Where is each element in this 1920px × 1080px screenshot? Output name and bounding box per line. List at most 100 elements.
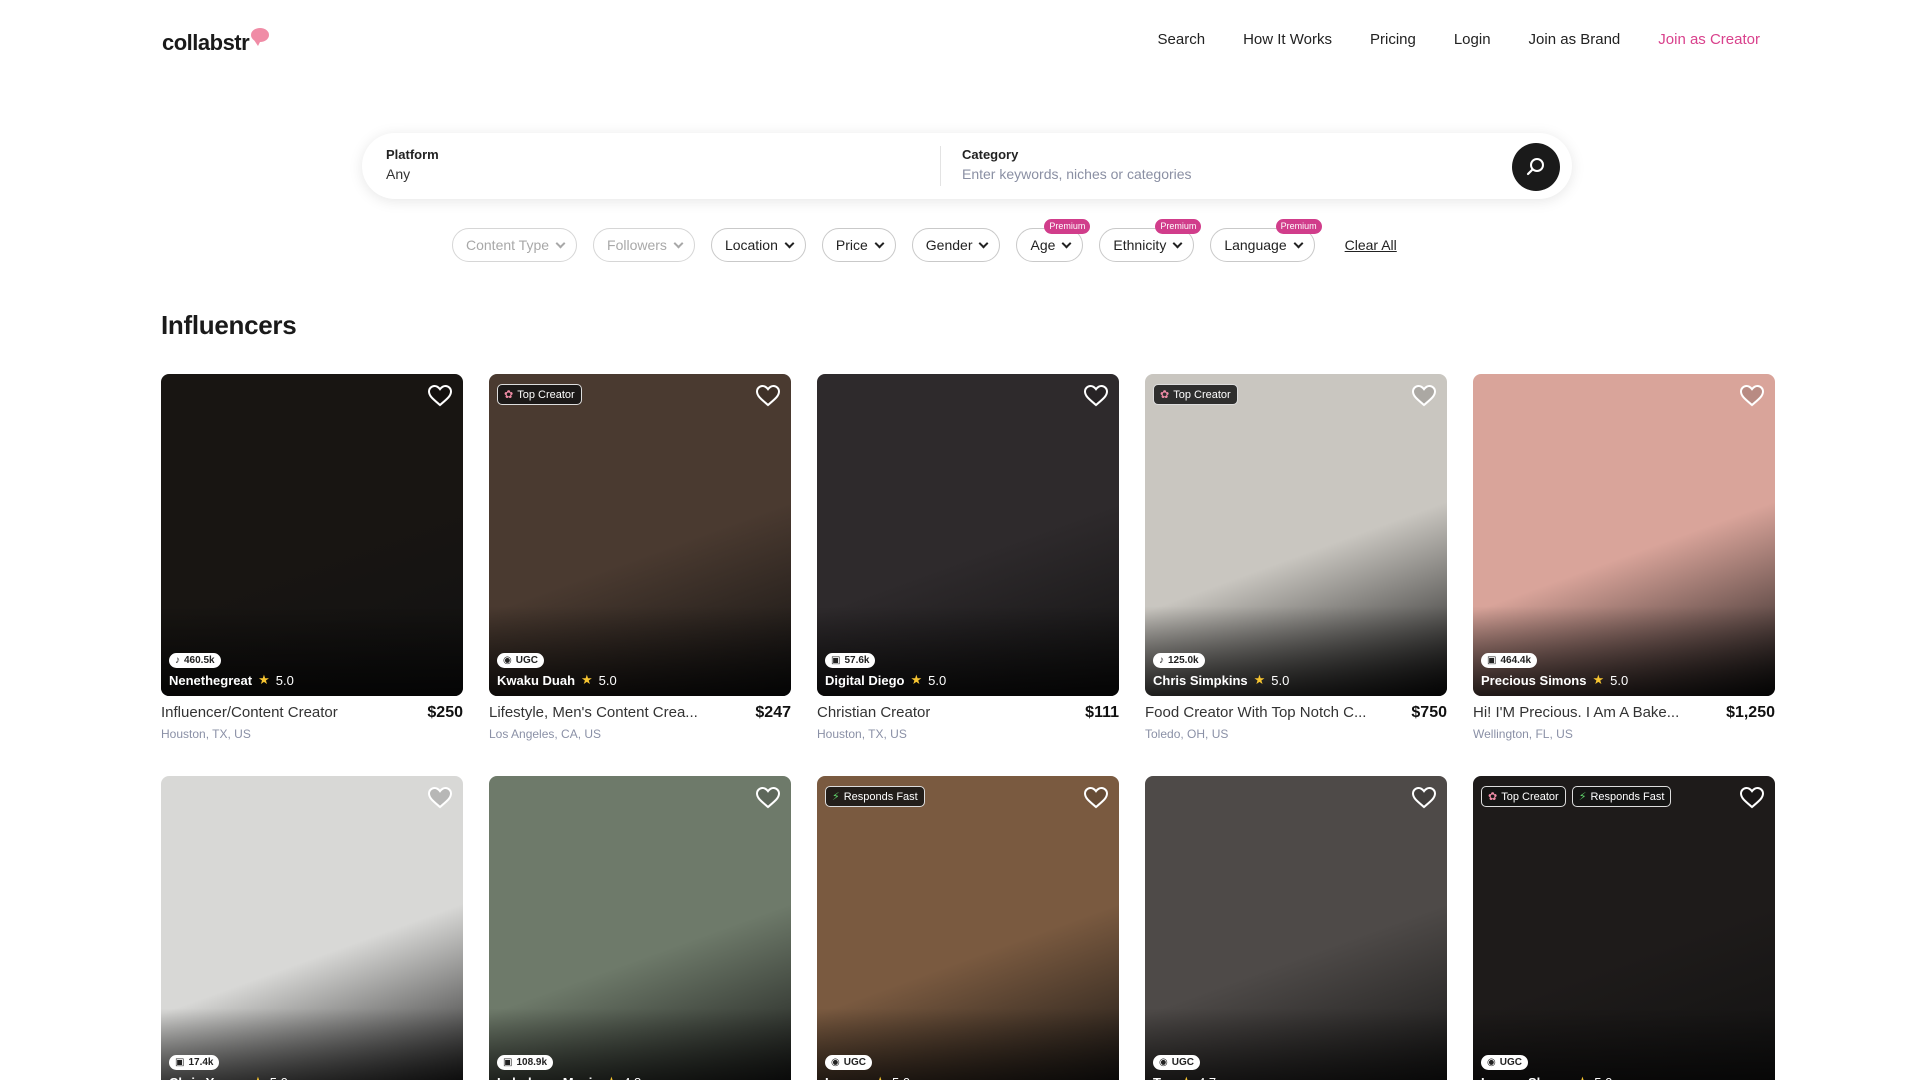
creator-photo[interactable]: ▣ 57.6k Digital Diego ★ 5.0 bbox=[817, 374, 1119, 696]
star-icon: ★ bbox=[910, 672, 923, 687]
heart-icon[interactable] bbox=[1739, 786, 1765, 810]
stat-value: 464.4k bbox=[1500, 655, 1532, 666]
search-button[interactable] bbox=[1512, 143, 1560, 191]
creator-photo[interactable]: ▣17.4k Chris Yamez ★ 5.0 bbox=[161, 776, 463, 1080]
creator-price: $750 bbox=[1411, 704, 1447, 721]
heart-icon[interactable] bbox=[1739, 384, 1765, 408]
star-icon: ★ bbox=[252, 1074, 264, 1080]
creator-location: Toledo, OH, US bbox=[1145, 727, 1229, 741]
chevron-down-icon bbox=[1172, 238, 1183, 248]
creator-name-row: Digital Diego ★ 5.0 bbox=[825, 672, 946, 688]
category-input[interactable]: Enter keywords, niches or categories bbox=[962, 166, 1502, 182]
platform-label: Platform bbox=[386, 147, 439, 162]
nav-pricing[interactable]: Pricing bbox=[1370, 31, 1416, 48]
creator-rating: 5.0 bbox=[270, 1075, 288, 1080]
creator-rating: 4.8 bbox=[623, 1075, 641, 1080]
heart-icon[interactable] bbox=[1083, 786, 1109, 810]
stat-value: UGC bbox=[1499, 1057, 1522, 1068]
heart-icon[interactable] bbox=[755, 786, 781, 810]
stat-value: 125.0k bbox=[1168, 655, 1199, 666]
filter-followers[interactable]: Followers bbox=[593, 228, 695, 262]
creator-card[interactable]: ▣108.9k Lebohang Mosia ★ 4.8 bbox=[489, 776, 791, 1080]
creator-card[interactable]: ▣17.4k Chris Yamez ★ 5.0 bbox=[161, 776, 463, 1080]
creator-card[interactable]: ✿ Top Creator ◉ UGC Kwaku Duah ★ 5.0 Lifestyle,… bbox=[489, 374, 791, 741]
creator-location: Houston, TX, US bbox=[161, 727, 251, 741]
creator-rating: 5.0 bbox=[598, 672, 617, 688]
creator-rating: 5.0 bbox=[928, 672, 947, 688]
filter-label: Location bbox=[724, 237, 778, 253]
creator-photo[interactable]: ◉UGC Tay ★ 4.7 bbox=[1145, 776, 1447, 1080]
logo-bubble-icon bbox=[251, 28, 270, 46]
search-divider bbox=[940, 146, 941, 186]
nav-join-as-creator[interactable]: Join as Creator bbox=[1658, 31, 1760, 48]
creator-photo[interactable]: ▣ 464.4k Precious Simons ★ 5.0 bbox=[1473, 374, 1775, 696]
creator-photo[interactable]: ✿ Top Creator ◉ UGC Kwaku Duah ★ 5.0 bbox=[489, 374, 791, 696]
ribbon-icon: ✿ bbox=[504, 389, 514, 401]
nav-login[interactable]: Login bbox=[1454, 31, 1491, 48]
filter-price[interactable]: Price bbox=[821, 228, 896, 262]
nav-how-it-works[interactable]: How It Works bbox=[1243, 31, 1332, 48]
card-meta: Hi! I'M Precious. I Am A Bake... $1,250 bbox=[1473, 704, 1775, 722]
badge-label: Top Creator bbox=[1173, 388, 1231, 401]
creator-card[interactable]: ✿ Top Creator ♪ 125.0k Chris Simpkins ★ 5.0 Foo… bbox=[1145, 374, 1447, 741]
creator-description: Food Creator With Top Notch C... bbox=[1145, 704, 1367, 721]
creator-photo[interactable]: ▣108.9k Lebohang Mosia ★ 4.8 bbox=[489, 776, 791, 1080]
nav-search[interactable]: Search bbox=[1158, 31, 1206, 48]
creator-photo[interactable]: ✿ Top Creator ♪ 125.0k Chris Simpkins ★ 5.0 bbox=[1145, 374, 1447, 696]
card-meta: Christian Creator $111 bbox=[817, 704, 1119, 722]
logo[interactable]: collabstr bbox=[162, 28, 270, 56]
platform-field[interactable]: Platform Any bbox=[386, 147, 926, 182]
chevron-down-icon bbox=[784, 238, 795, 248]
creator-card[interactable]: ▣ 57.6k Digital Diego ★ 5.0 Christian Creator… bbox=[817, 374, 1119, 741]
stat-value: 57.6k bbox=[844, 655, 870, 666]
follower-stat: ◉ UGC bbox=[825, 1055, 872, 1070]
instagram-icon: ▣ bbox=[503, 1057, 513, 1068]
star-icon: ★ bbox=[258, 672, 270, 687]
chevron-down-icon bbox=[1061, 238, 1072, 248]
filter-language[interactable]: Language Premium bbox=[1210, 219, 1322, 262]
follower-stat: ▣ 108.9k bbox=[497, 1055, 554, 1070]
heart-icon[interactable] bbox=[427, 384, 453, 408]
star-icon: ★ bbox=[1180, 1074, 1192, 1080]
creator-card[interactable]: ◉UGC Tay ★ 4.7 bbox=[1145, 776, 1447, 1080]
filter-age[interactable]: Age Premium bbox=[1016, 219, 1091, 262]
responds-fast-badge: ⚡ Responds Fast bbox=[825, 786, 925, 807]
creator-location: Los Angeles, CA, US bbox=[489, 727, 602, 741]
nav-join-as-brand[interactable]: Join as Brand bbox=[1529, 31, 1621, 48]
chevron-down-icon bbox=[979, 238, 989, 248]
creator-card[interactable]: ▣ 464.4k Precious Simons ★ 5.0 Hi! I'M Precio… bbox=[1473, 374, 1775, 741]
badge-row: ✿ Top Creator bbox=[497, 384, 582, 405]
stat-value: 17.4k bbox=[188, 1057, 214, 1068]
creator-name-row: Lebohang Mosia ★ 4.8 bbox=[497, 1074, 641, 1080]
creator-description: Influencer/Content Creator bbox=[161, 704, 338, 721]
heart-icon[interactable] bbox=[1411, 786, 1437, 810]
filter-ethnicity[interactable]: Ethnicity Premium bbox=[1099, 219, 1202, 262]
creator-name-row: Lauren Skemp ★ 5.0 bbox=[1481, 1074, 1612, 1080]
camera-icon: ◉ bbox=[1159, 1057, 1168, 1068]
creator-price: $250 bbox=[427, 704, 463, 721]
search-icon bbox=[1526, 158, 1544, 176]
creator-card[interactable]: ✿Top Creator⚡Responds Fast◉UGCLauren Ske… bbox=[1473, 776, 1775, 1080]
filter-location[interactable]: Location bbox=[710, 228, 806, 262]
heart-icon[interactable] bbox=[427, 786, 453, 810]
category-label: Category bbox=[962, 147, 1019, 162]
category-field[interactable]: Category Enter keywords, niches or categ… bbox=[962, 147, 1502, 182]
top-creator-badge: ✿ Top Creator bbox=[1481, 786, 1566, 807]
heart-icon[interactable] bbox=[755, 384, 781, 408]
card-meta: Food Creator With Top Notch C... $750 bbox=[1145, 704, 1447, 722]
creator-name: Digital Diego bbox=[825, 672, 905, 688]
creator-photo[interactable]: ⚡Responds Fast ◉UGC Lauren ★ 5.0 bbox=[817, 776, 1119, 1080]
heart-icon[interactable] bbox=[1411, 384, 1437, 408]
site-header: collabstr Search How It Works Pricing Lo… bbox=[0, 0, 1920, 90]
filter-gender[interactable]: Gender bbox=[911, 228, 1001, 262]
heart-icon[interactable] bbox=[1083, 384, 1109, 408]
premium-badge: Premium bbox=[1155, 219, 1202, 234]
creator-photo[interactable]: ♪ 460.5k Nenethegreat ★ 5.0 bbox=[161, 374, 463, 696]
star-icon: ★ bbox=[1577, 1074, 1589, 1080]
creator-card[interactable]: ♪ 460.5k Nenethegreat ★ 5.0 Influencer/Conten… bbox=[161, 374, 463, 741]
creator-card[interactable]: ⚡Responds Fast ◉UGC Lauren ★ 5.0 bbox=[817, 776, 1119, 1080]
chevron-down-icon bbox=[874, 238, 885, 248]
filter-content-type[interactable]: Content Type bbox=[452, 228, 578, 262]
clear-all-link[interactable]: Clear All bbox=[1345, 237, 1397, 253]
creator-photo[interactable]: ✿Top Creator⚡Responds Fast◉UGCLauren Ske… bbox=[1473, 776, 1775, 1080]
